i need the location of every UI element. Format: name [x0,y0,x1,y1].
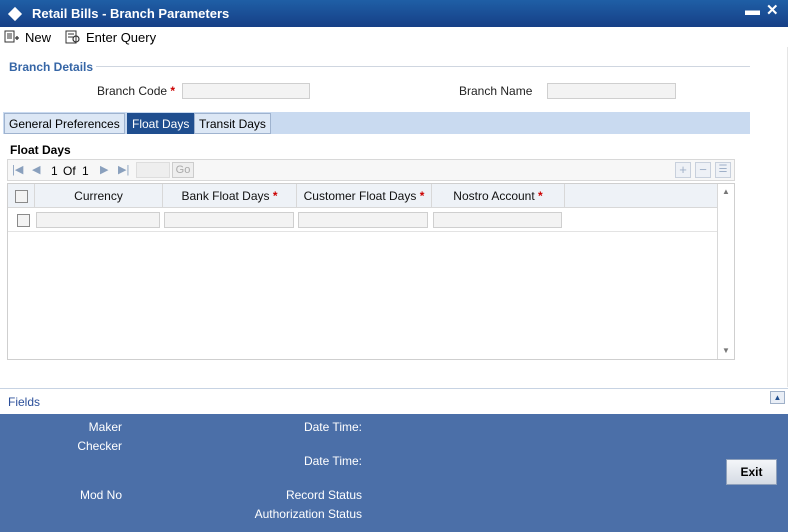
toolbar: New Enter Query [0,27,788,47]
column-header: Bank Float Days * [163,184,297,208]
next-page-icon[interactable]: ▶ [100,163,108,176]
table-row [8,231,718,232]
add-row-icon[interactable]: + [675,162,691,178]
total-pages: 1 [82,164,89,178]
row-checkbox[interactable] [17,214,30,227]
of-label: Of [63,164,76,178]
enter-query-button[interactable]: Enter Query [65,30,156,45]
nostro-account-input[interactable] [433,212,562,228]
tab-float-days[interactable]: Float Days [127,113,195,134]
audit-footer: Maker Checker Date Time: Date Time: Mod … [0,414,788,532]
authorization-status-label: Authorization Status [254,507,362,521]
record-status-label: Record Status [285,488,362,502]
maker-label: Maker [88,420,122,434]
enter-query-label: Enter Query [86,29,157,45]
new-icon [4,30,19,43]
last-page-icon[interactable]: ▶| [118,163,129,176]
view-rows-icon[interactable]: ☰ [715,162,731,178]
prev-page-icon[interactable]: ◀ [32,163,40,176]
window-title: Retail Bills - Branch Parameters [32,6,230,21]
vertical-scrollbar[interactable]: ▲ ▼ [717,184,734,359]
tab-transit-days[interactable]: Transit Days [194,113,271,134]
float-days-grid: Currency Bank Float Days * Customer Floa… [7,183,735,360]
delete-row-icon[interactable]: − [695,162,711,178]
pager: |◀ ◀ 1 Of 1 ▶ ▶| Go + − ☰ [7,159,735,181]
date-time-label: Date Time: [303,420,362,434]
new-label: New [25,29,52,45]
scroll-down-icon[interactable]: ▼ [722,346,730,355]
fields-link[interactable]: Fields [8,395,40,409]
exit-button[interactable]: Exit [726,459,777,485]
section-divider [96,66,750,67]
minimize-button[interactable]: ▬ [745,2,760,19]
close-button[interactable]: ✕ [766,1,779,19]
tab-general-preferences[interactable]: General Preferences [4,113,125,134]
column-header: Nostro Account * [432,184,565,208]
currency-input[interactable] [36,212,160,228]
branch-name-label: Branch Name [459,84,533,98]
customer-float-days-input[interactable] [298,212,428,228]
title-bar: Retail Bills - Branch Parameters ▬ ✕ [0,0,788,27]
required-marker: * [170,84,176,98]
go-button[interactable]: Go [172,162,194,178]
branch-code-label: Branch Code * [97,84,176,98]
branch-name-input[interactable] [547,83,676,99]
expand-up-icon[interactable]: ▲ [770,391,785,404]
column-header: Currency [35,184,163,208]
mod-no-label: Mod No [79,488,122,502]
scroll-up-icon[interactable]: ▲ [722,187,730,196]
first-page-icon[interactable]: |◀ [12,163,23,176]
select-all-checkbox[interactable] [14,189,28,203]
float-days-title: Float Days [10,143,71,157]
app-diamond-icon [7,6,23,21]
section-title: Branch Details [9,60,94,74]
date-time-label: Date Time: [303,454,362,468]
page-number-input[interactable] [136,162,170,178]
checker-label: Checker [77,439,122,453]
fields-bar: Fields ▲ [0,388,788,414]
grid-header: Currency Bank Float Days * Customer Floa… [8,184,718,208]
column-header: Customer Float Days * [297,184,432,208]
new-button[interactable]: New [4,30,51,45]
branch-code-input[interactable] [182,83,310,99]
enter-query-icon [65,30,80,44]
current-page: 1 [51,164,58,178]
bank-float-days-input[interactable] [164,212,294,228]
